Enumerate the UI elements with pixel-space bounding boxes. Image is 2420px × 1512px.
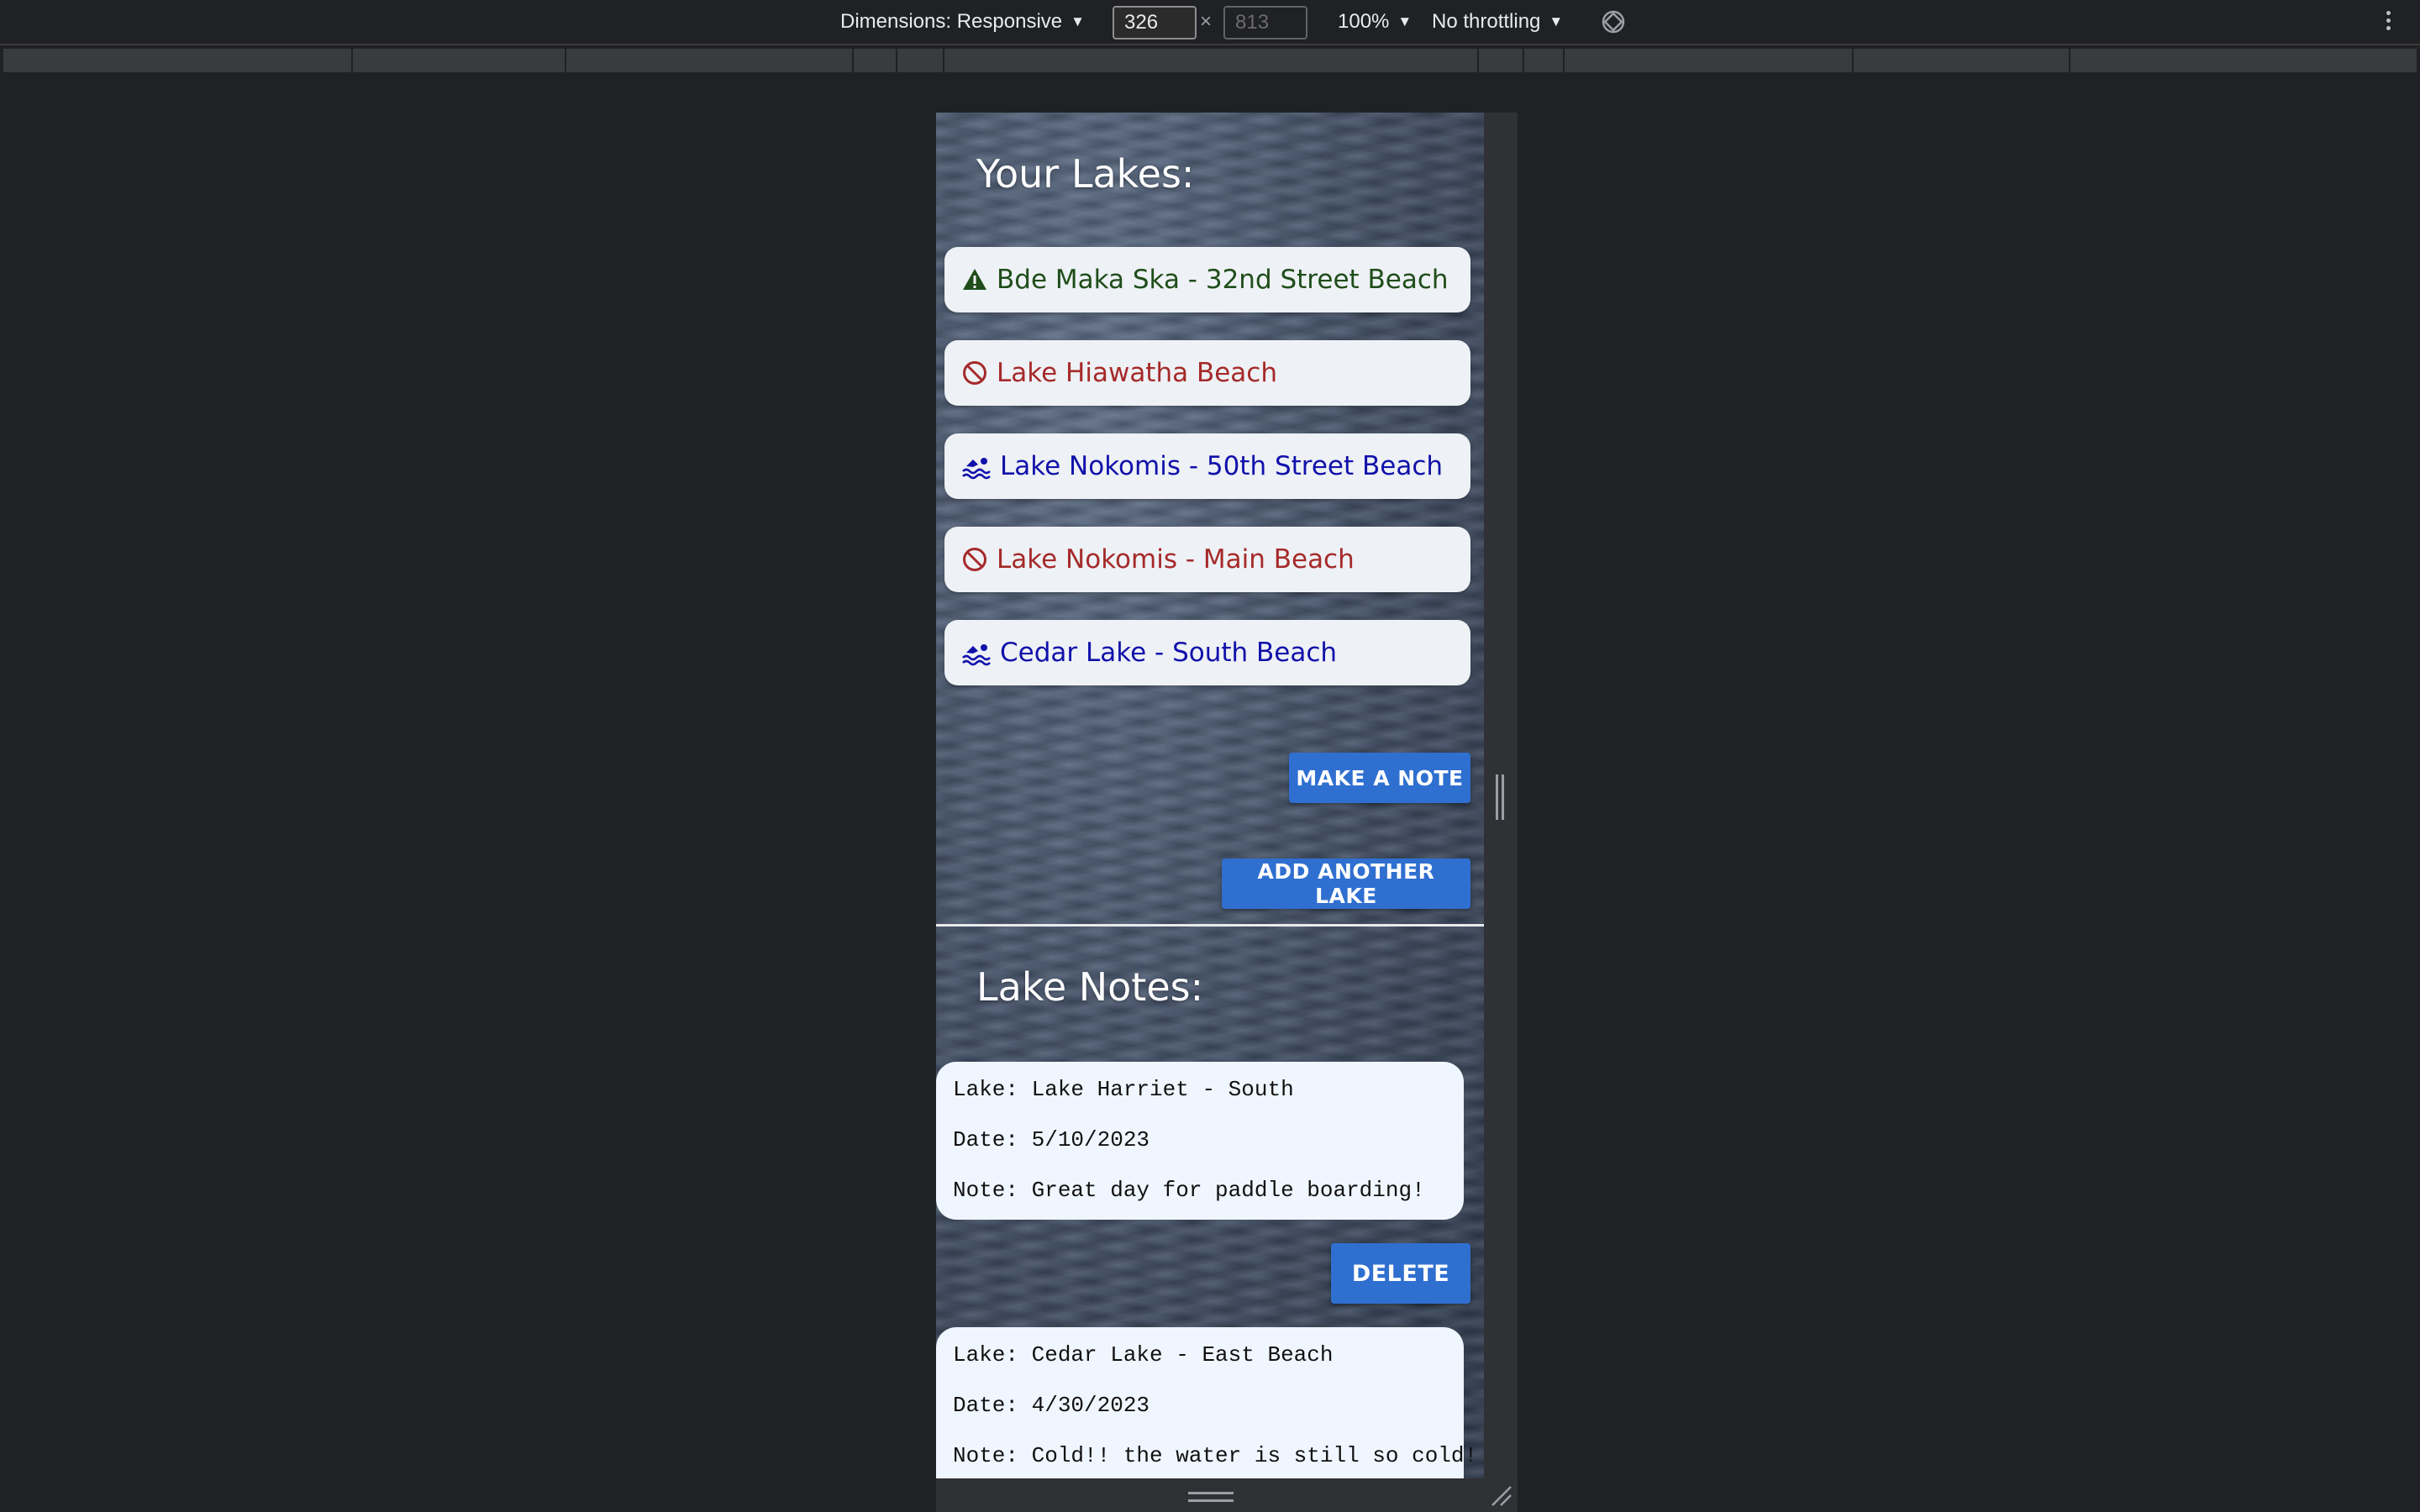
rotate-icon[interactable] — [1600, 8, 1627, 35]
lake-name: Lake Nokomis - Main Beach — [997, 544, 1355, 575]
lakes-heading: Your Lakes: — [976, 151, 1195, 197]
prohibited-icon — [963, 361, 986, 385]
lake-name: Lake Hiawatha Beach — [997, 358, 1277, 388]
zoom-label: 100% — [1338, 10, 1390, 33]
notes-heading: Lake Notes: — [976, 964, 1204, 1010]
media-query-segment[interactable] — [566, 49, 854, 72]
lake-item-lake-nokomis-main[interactable]: Lake Nokomis - Main Beach — [944, 527, 1470, 592]
make-note-button[interactable]: MAKE A NOTE — [1289, 753, 1470, 803]
note-card: Lake: Cedar Lake - East Beach Date: 4/30… — [936, 1327, 1477, 1478]
height-input[interactable]: 813 — [1223, 6, 1307, 39]
dimensions-label: Dimensions: Responsive — [840, 10, 1063, 33]
zoom-dropdown[interactable]: 100% ▼ — [1338, 0, 1412, 44]
lake-item-bde-maka-ska[interactable]: Bde Maka Ska - 32nd Street Beach — [944, 247, 1470, 312]
swimmer-icon — [962, 458, 991, 480]
note-lake: Lake: Lake Harriet - South — [953, 1077, 1294, 1102]
media-query-segment[interactable] — [897, 49, 944, 72]
media-query-segment[interactable] — [2070, 49, 2418, 72]
media-query-segment[interactable] — [1524, 49, 1565, 72]
media-query-segment[interactable] — [3, 49, 353, 72]
media-query-segment[interactable] — [353, 49, 566, 72]
device-viewport: Your Lakes: Bde Maka Ska - 32nd Street B… — [936, 113, 1484, 1478]
note-date: Date: 4/30/2023 — [953, 1393, 1150, 1418]
note-card: Lake: Lake Harriet - South Date: 5/10/20… — [936, 1062, 1464, 1220]
corner-resize-icon[interactable] — [1489, 1483, 1512, 1507]
chevron-down-icon: ▼ — [1071, 13, 1085, 29]
media-query-segment[interactable] — [1479, 49, 1524, 72]
width-resize-handle[interactable] — [1496, 774, 1504, 820]
prohibited-icon — [963, 548, 986, 571]
lake-item-lake-hiawatha[interactable]: Lake Hiawatha Beach — [944, 340, 1470, 406]
swimmer-icon — [962, 644, 991, 666]
section-divider — [936, 924, 1484, 927]
lake-item-lake-nokomis-50th[interactable]: Lake Nokomis - 50th Street Beach — [944, 433, 1470, 499]
delete-button[interactable]: DELETE — [1331, 1243, 1470, 1304]
note-text: Note: Cold!! the water is still so cold! — [953, 1443, 1478, 1468]
lake-name: Bde Maka Ska - 32nd Street Beach — [997, 265, 1449, 295]
media-query-segment[interactable] — [1565, 49, 1854, 72]
note-text: Note: Great day for paddle boarding! — [953, 1178, 1425, 1203]
device-toolbar: Dimensions: Responsive ▼ 326 × 813 100% … — [0, 0, 2420, 45]
chevron-down-icon: ▼ — [1397, 13, 1413, 29]
media-query-segment[interactable] — [944, 49, 1479, 72]
width-input[interactable]: 326 — [1113, 6, 1197, 39]
chevron-down-icon: ▼ — [1549, 13, 1564, 29]
more-options-icon[interactable] — [2383, 8, 2393, 35]
times-symbol: × — [1200, 10, 1213, 33]
throttling-dropdown[interactable]: No throttling ▼ — [1432, 0, 1563, 44]
height-resize-handle[interactable] — [1188, 1492, 1234, 1502]
add-lake-button[interactable]: ADD ANOTHER LAKE — [1222, 858, 1470, 909]
throttling-label: No throttling — [1432, 10, 1541, 33]
dimensions-dropdown[interactable]: Dimensions: Responsive ▼ — [840, 0, 1085, 44]
note-date: Date: 5/10/2023 — [953, 1127, 1150, 1152]
media-query-segment[interactable] — [1854, 49, 2070, 72]
media-query-bar — [0, 47, 2420, 76]
lake-name: Lake Nokomis - 50th Street Beach — [1000, 451, 1444, 481]
note-lake: Lake: Cedar Lake - East Beach — [953, 1342, 1334, 1368]
lake-item-cedar-lake-south[interactable]: Cedar Lake - South Beach — [944, 620, 1470, 685]
media-query-segment[interactable] — [854, 49, 897, 72]
warning-icon — [963, 269, 986, 290]
lake-name: Cedar Lake - South Beach — [1000, 638, 1338, 668]
